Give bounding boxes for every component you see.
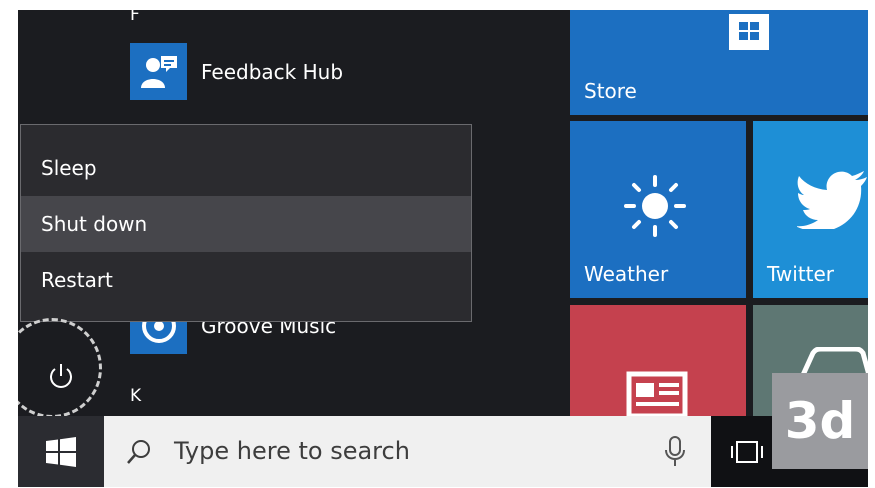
menu-item-sleep[interactable]: Sleep — [21, 140, 471, 196]
tile-label-twitter: Twitter — [767, 262, 835, 286]
tile-twitter[interactable]: Twitter — [753, 121, 868, 298]
feedback-hub-icon — [130, 43, 187, 100]
tile-label-store: Store — [584, 79, 637, 103]
windows-logo-icon — [46, 436, 76, 467]
twitter-bird-icon — [797, 171, 867, 229]
task-view-button[interactable] — [730, 438, 764, 466]
tile-label-weather: Weather — [584, 262, 669, 286]
app-label-feedback-hub: Feedback Hub — [201, 59, 344, 84]
app-item-feedback-hub[interactable]: Feedback Hub — [130, 43, 343, 100]
menu-item-shut-down[interactable]: Shut down — [21, 196, 471, 252]
sun-icon — [624, 175, 686, 237]
power-icon — [50, 364, 72, 388]
news-icon — [626, 371, 688, 419]
tile-weather[interactable]: Weather — [570, 121, 746, 298]
taskbar: Type here to search — [18, 416, 868, 487]
taskbar-search-box[interactable]: Type here to search — [104, 416, 711, 487]
search-icon — [127, 440, 150, 464]
section-letter-k[interactable]: K — [130, 386, 141, 406]
menu-item-restart[interactable]: Restart — [21, 252, 471, 308]
microphone-icon[interactable] — [664, 436, 686, 468]
power-options-menu: Sleep Shut down Restart — [20, 124, 472, 322]
start-button[interactable] — [18, 416, 104, 487]
store-icon — [729, 14, 769, 50]
search-placeholder: Type here to search — [174, 437, 410, 465]
tile-news[interactable] — [570, 305, 746, 419]
task-view-icon — [731, 441, 763, 463]
step-badge: 3d — [772, 373, 868, 469]
power-button[interactable] — [31, 346, 91, 406]
tile-store[interactable]: Store — [570, 10, 868, 115]
start-menu: F Feedback Hub Groove Music K Sleep Shut… — [18, 10, 868, 487]
section-letter-f[interactable]: F — [130, 10, 140, 25]
